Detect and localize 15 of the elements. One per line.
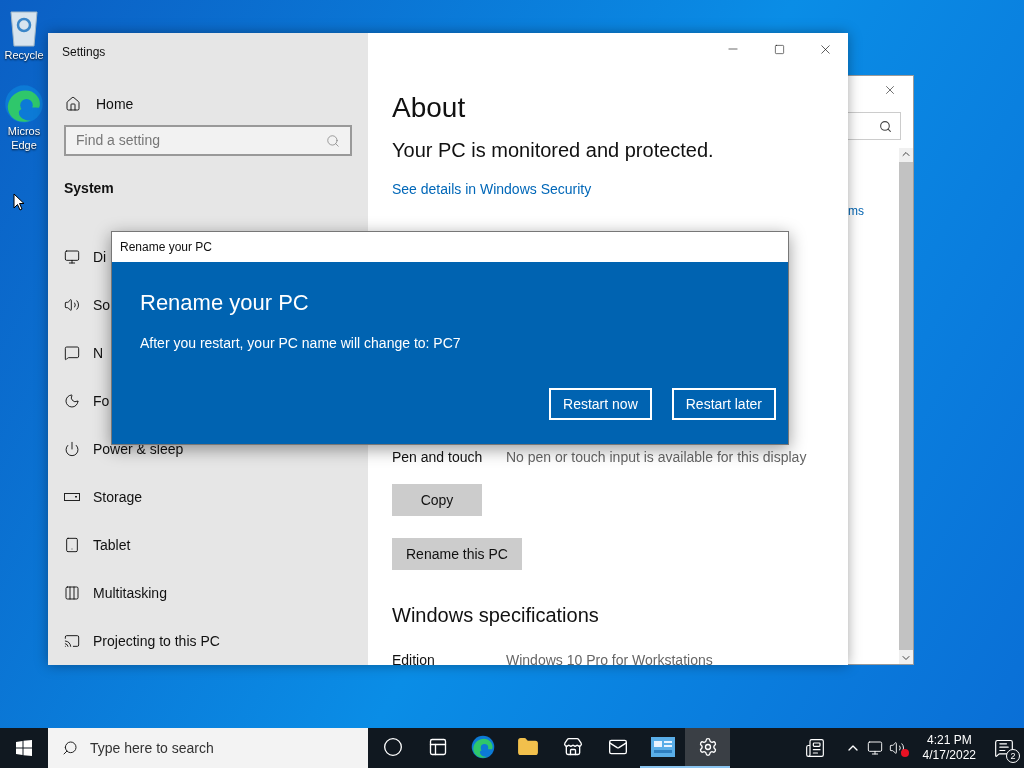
page-title: About	[392, 91, 467, 125]
desktop-icon-label: Recycle	[4, 48, 44, 62]
property-label: Pen and touch	[392, 448, 484, 467]
property-value: Windows 10 Pro for Workstations	[506, 651, 713, 665]
dialog-message: After you restart, your PC name will change to: PC7	[140, 334, 462, 353]
window-title: Settings	[62, 44, 107, 61]
dialog-title: Rename your PC	[120, 239, 213, 256]
property-label: Edition	[392, 651, 436, 665]
desktop-icon-label: Micros	[7, 124, 41, 138]
section-heading: Windows specifications	[392, 603, 600, 628]
property-value: No pen or touch input is available for this display	[506, 448, 807, 467]
status-heading: Your PC is monitored and protected.	[392, 138, 715, 163]
section-heading: System	[64, 179, 115, 198]
desktop-icon-label: Edge	[11, 138, 37, 152]
dialog-heading: Rename your PC	[140, 289, 310, 317]
